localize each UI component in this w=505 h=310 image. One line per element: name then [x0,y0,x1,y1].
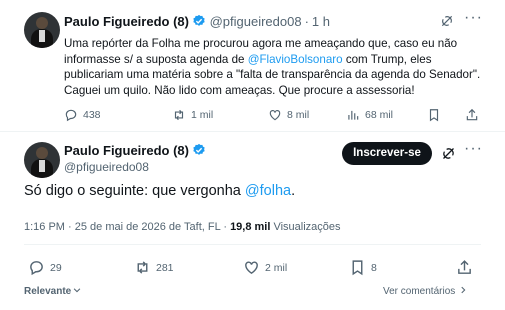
bookmark-icon [352,260,363,276]
sort-label: Relevante [24,286,72,297]
tweet-timestamp[interactable]: 1:16 PM · 25 de mai de 2026 de Taft, FL … [24,221,230,233]
repost-button[interactable]: 1 mil [172,108,213,122]
reply-count: 29 [50,261,62,274]
divider [0,131,505,132]
author-name[interactable]: Paulo Figueiredo (8) [64,143,189,158]
tweet-time[interactable]: 1 h [312,14,330,29]
more-options-icon[interactable]: ··· [464,140,483,158]
reply-icon [30,261,43,276]
heart-icon [245,261,258,275]
share-button[interactable] [456,259,473,276]
like-count: 8 mil [287,109,310,121]
views-count: 68 mil [365,109,394,121]
share-button[interactable] [465,108,479,122]
chevron-down-icon [73,288,81,293]
bookmark-count: 8 [371,261,377,274]
views-label: Visualizações [270,221,341,233]
tweet-text: Uma repórter da Folha me procurou agora … [64,36,484,98]
repost-icon [137,261,148,274]
like-button[interactable]: 2 mil [243,259,287,276]
grok-icon[interactable] [440,14,454,28]
see-comments-label: Ver comentários [383,286,456,297]
reply-count: 438 [83,109,101,121]
author-name-row: Paulo Figueiredo (8) [64,143,206,158]
like-count: 2 mil [265,261,288,274]
avatar[interactable] [24,12,60,48]
tweet-text: Só digo o seguinte: que vergonha @folha. [24,183,295,199]
divider [24,244,481,245]
tweet-header: Paulo Figueiredo (8) @pfigueiredo08 · 1 h [64,14,330,29]
chevron-right-icon [461,286,466,294]
tweet-actions: 438 1 mil 8 mil 68 mil [64,108,484,124]
separator-dot: · [304,14,309,29]
views-count: 19,8 mil [230,221,271,233]
tweet-actions: 29 281 2 mil 8 [28,259,478,277]
mention-link[interactable]: @folha [245,183,291,199]
see-comments-link[interactable]: Ver comentários [383,285,468,297]
repost-icon [174,109,184,121]
author-handle[interactable]: @pfigueiredo08 [210,14,302,29]
reply-button[interactable]: 29 [28,259,62,276]
avatar[interactable] [24,142,60,178]
tweet-meta: 1:16 PM · 25 de mai de 2026 de Taft, FL … [24,221,341,233]
reply-icon [65,109,77,122]
bookmark-button[interactable]: 8 [349,259,377,276]
repost-count: 281 [156,261,174,274]
tweet-text-part: . [291,183,296,199]
share-icon [466,108,478,121]
share-icon [458,260,471,274]
mention-link[interactable]: @FlavioBolsonaro [248,53,343,66]
verified-badge-icon [193,14,205,26]
bookmark-icon [429,109,439,122]
subscribe-button[interactable]: Inscrever-se [342,142,432,165]
heart-icon [269,110,281,121]
author-name[interactable]: Paulo Figueiredo (8) [64,14,189,29]
verified-badge-icon [193,143,205,155]
repost-count: 1 mil [191,109,214,121]
repost-button[interactable]: 281 [134,259,174,276]
grok-icon[interactable] [441,146,456,161]
more-options-icon[interactable]: ··· [464,9,483,27]
author-handle[interactable]: @pfigueiredo08 [64,160,149,174]
tweet-text-part: Só digo o seguinte: que vergonha [24,183,245,199]
sort-dropdown[interactable]: Relevante [24,285,82,297]
bookmark-button[interactable] [427,108,441,122]
analytics-icon [348,110,359,120]
views-button[interactable]: 68 mil [346,108,393,122]
like-button[interactable]: 8 mil [268,108,309,122]
reply-button[interactable]: 438 [64,108,101,122]
